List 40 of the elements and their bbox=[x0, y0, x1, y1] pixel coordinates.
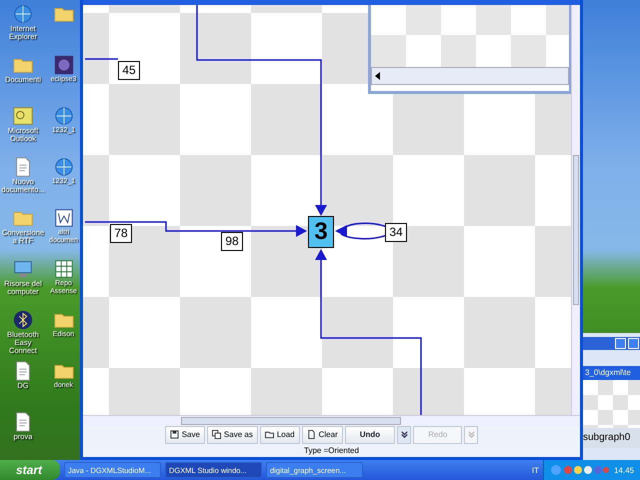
language-indicator[interactable]: IT bbox=[532, 466, 539, 474]
graph-node[interactable]: 3 bbox=[308, 216, 334, 248]
clock: 14.45 bbox=[614, 466, 634, 474]
computer-icon[interactable] bbox=[12, 258, 34, 280]
chevron-down-icon bbox=[400, 430, 409, 440]
horizontal-scrollbar[interactable] bbox=[83, 414, 580, 425]
toolbar-button[interactable]: Undo bbox=[344, 426, 396, 444]
graph-name[interactable]: subgraph0 bbox=[583, 428, 640, 448]
envelope-icon[interactable] bbox=[12, 105, 34, 127]
horizontal-scrollbar[interactable] bbox=[371, 66, 569, 85]
globe-icon[interactable] bbox=[12, 3, 34, 25]
bluetooth-icon[interactable] bbox=[12, 309, 34, 331]
spreadsheet-icon[interactable] bbox=[52, 258, 74, 280]
folder-icon bbox=[264, 430, 274, 440]
edge-weight: 98 bbox=[221, 232, 243, 251]
toolbar-button[interactable]: Save as bbox=[206, 426, 258, 444]
tray-icons-drawing[interactable] bbox=[550, 464, 610, 476]
word-document-icon[interactable] bbox=[52, 207, 74, 229]
page-icon bbox=[306, 430, 316, 440]
toolbar-button[interactable]: Load bbox=[260, 426, 300, 444]
left-arrow-icon[interactable] bbox=[375, 72, 380, 80]
edge-weight: 45 bbox=[118, 60, 140, 80]
globe-icon[interactable] bbox=[52, 156, 74, 178]
app-icon[interactable] bbox=[52, 54, 74, 76]
globe-icon[interactable] bbox=[52, 105, 74, 127]
maximize-button[interactable] bbox=[628, 338, 639, 349]
loop-arrow bbox=[335, 222, 388, 240]
edge-weight: 78 bbox=[110, 224, 132, 243]
stacked-pages-icon bbox=[212, 430, 221, 440]
path-text: 3_0\dgxml\te bbox=[583, 366, 640, 380]
start-button[interactable]: start bbox=[0, 460, 60, 480]
status-text: Type =Oriented bbox=[83, 445, 580, 457]
canvas-background bbox=[583, 380, 640, 428]
vertical-scrollbar[interactable] bbox=[571, 4, 580, 415]
toolbar-button[interactable]: Clear bbox=[302, 426, 343, 444]
dropdown-button[interactable] bbox=[397, 426, 412, 444]
toolbar-button[interactable]: Save bbox=[164, 426, 205, 444]
minimize-button[interactable] bbox=[615, 338, 626, 349]
edge-weight: 34 bbox=[385, 222, 407, 242]
chevron-down-icon bbox=[466, 430, 476, 440]
